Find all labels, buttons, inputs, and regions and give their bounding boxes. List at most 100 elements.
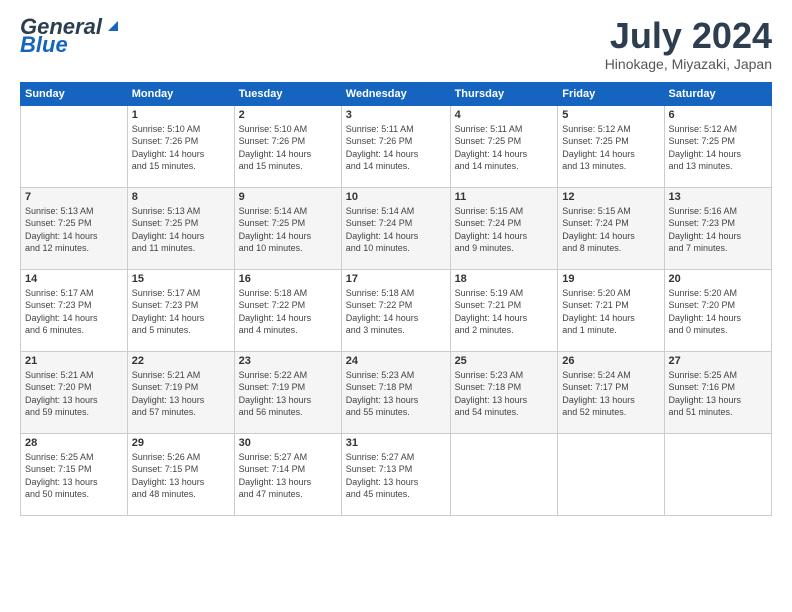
day-info: Sunrise: 5:19 AM Sunset: 7:21 PM Dayligh… (455, 287, 554, 337)
page: General Blue July 2024 Hinokage, Miyazak… (0, 0, 792, 612)
table-row: 23Sunrise: 5:22 AM Sunset: 7:19 PM Dayli… (234, 351, 341, 433)
day-number: 21 (25, 355, 123, 367)
calendar-week-row: 1 Sunrise: 5:10 AM Sunset: 7:26 PM Daylig… (21, 105, 772, 187)
table-row: 26 Sunrise: 5:24 AM Sunset: 7:17 PM Dayli… (558, 351, 664, 433)
day-info: Sunrise: 5:20 AM Sunset: 7:20 PM Dayligh… (669, 287, 767, 337)
table-row: 25 Sunrise: 5:23 AM Sunset: 7:18 PM Dayli… (450, 351, 558, 433)
day-info: Sunrise: 5:14 AM Sunset: 7:25 PM Dayligh… (239, 205, 337, 255)
day-info: Sunrise: 5:23 AM Sunset: 7:18 PM Dayligh… (455, 369, 554, 419)
day-number: 23 (239, 355, 337, 367)
day-number: 20 (669, 273, 767, 285)
logo-arrow-icon (104, 17, 122, 35)
title-area: July 2024 Hinokage, Miyazaki, Japan (605, 16, 772, 72)
day-number: 24 (346, 355, 446, 367)
day-info: Sunrise: 5:16 AM Sunset: 7:23 PM Dayligh… (669, 205, 767, 255)
day-info: Sunrise: 5:11 AM Sunset: 7:25 PM Dayligh… (455, 123, 554, 173)
day-number: 1 (132, 109, 230, 121)
table-row (664, 433, 771, 515)
day-info: Sunrise: 5:11 AM Sunset: 7:26 PM Dayligh… (346, 123, 446, 173)
day-info: Sunrise: 5:13 AM Sunset: 7:25 PM Dayligh… (25, 205, 123, 255)
table-row (21, 105, 128, 187)
location-subtitle: Hinokage, Miyazaki, Japan (605, 56, 772, 72)
day-info: Sunrise: 5:10 AM Sunset: 7:26 PM Dayligh… (132, 123, 230, 173)
table-row: 21Sunrise: 5:21 AM Sunset: 7:20 PM Dayli… (21, 351, 128, 433)
table-row: 8 Sunrise: 5:13 AM Sunset: 7:25 PM Daylig… (127, 187, 234, 269)
logo-blue: Blue (20, 34, 122, 56)
table-row: 11 Sunrise: 5:15 AM Sunset: 7:24 PM Dayli… (450, 187, 558, 269)
day-number: 15 (132, 273, 230, 285)
calendar-week-row: 7 Sunrise: 5:13 AM Sunset: 7:25 PM Daylig… (21, 187, 772, 269)
weekday-header-row: Sunday Monday Tuesday Wednesday Thursday… (21, 82, 772, 105)
day-info: Sunrise: 5:23 AM Sunset: 7:18 PM Dayligh… (346, 369, 446, 419)
day-number: 27 (669, 355, 767, 367)
table-row: 13 Sunrise: 5:16 AM Sunset: 7:23 PM Dayli… (664, 187, 771, 269)
table-row: 30 Sunrise: 5:27 AM Sunset: 7:14 PM Dayli… (234, 433, 341, 515)
table-row: 31 Sunrise: 5:27 AM Sunset: 7:13 PM Dayli… (341, 433, 450, 515)
day-number: 26 (562, 355, 659, 367)
table-row: 9 Sunrise: 5:14 AM Sunset: 7:25 PM Daylig… (234, 187, 341, 269)
day-info: Sunrise: 5:12 AM Sunset: 7:25 PM Dayligh… (669, 123, 767, 173)
calendar-body: 1 Sunrise: 5:10 AM Sunset: 7:26 PM Daylig… (21, 105, 772, 515)
header: General Blue July 2024 Hinokage, Miyazak… (20, 16, 772, 72)
day-number: 30 (239, 437, 337, 449)
calendar-week-row: 14Sunrise: 5:17 AM Sunset: 7:23 PM Dayli… (21, 269, 772, 351)
table-row: 6 Sunrise: 5:12 AM Sunset: 7:25 PM Daylig… (664, 105, 771, 187)
calendar-week-row: 28Sunrise: 5:25 AM Sunset: 7:15 PM Dayli… (21, 433, 772, 515)
table-row: 17 Sunrise: 5:18 AM Sunset: 7:22 PM Dayli… (341, 269, 450, 351)
table-row: 2 Sunrise: 5:10 AM Sunset: 7:26 PM Daylig… (234, 105, 341, 187)
day-info: Sunrise: 5:12 AM Sunset: 7:25 PM Dayligh… (562, 123, 659, 173)
day-number: 4 (455, 109, 554, 121)
day-number: 8 (132, 191, 230, 203)
day-number: 12 (562, 191, 659, 203)
day-number: 19 (562, 273, 659, 285)
day-info: Sunrise: 5:13 AM Sunset: 7:25 PM Dayligh… (132, 205, 230, 255)
day-info: Sunrise: 5:15 AM Sunset: 7:24 PM Dayligh… (562, 205, 659, 255)
table-row: 28Sunrise: 5:25 AM Sunset: 7:15 PM Dayli… (21, 433, 128, 515)
day-number: 17 (346, 273, 446, 285)
table-row: 12 Sunrise: 5:15 AM Sunset: 7:24 PM Dayli… (558, 187, 664, 269)
table-row: 20 Sunrise: 5:20 AM Sunset: 7:20 PM Dayli… (664, 269, 771, 351)
table-row: 19 Sunrise: 5:20 AM Sunset: 7:21 PM Dayli… (558, 269, 664, 351)
table-row: 4 Sunrise: 5:11 AM Sunset: 7:25 PM Daylig… (450, 105, 558, 187)
logo: General Blue (20, 16, 122, 56)
day-info: Sunrise: 5:24 AM Sunset: 7:17 PM Dayligh… (562, 369, 659, 419)
calendar-table: Sunday Monday Tuesday Wednesday Thursday… (20, 82, 772, 516)
day-info: Sunrise: 5:25 AM Sunset: 7:16 PM Dayligh… (669, 369, 767, 419)
table-row: 18Sunrise: 5:19 AM Sunset: 7:21 PM Dayli… (450, 269, 558, 351)
day-info: Sunrise: 5:18 AM Sunset: 7:22 PM Dayligh… (346, 287, 446, 337)
day-number: 6 (669, 109, 767, 121)
day-number: 2 (239, 109, 337, 121)
table-row: 24 Sunrise: 5:23 AM Sunset: 7:18 PM Dayli… (341, 351, 450, 433)
day-number: 16 (239, 273, 337, 285)
header-wednesday: Wednesday (341, 82, 450, 105)
table-row: 3Sunrise: 5:11 AM Sunset: 7:26 PM Daylig… (341, 105, 450, 187)
table-row: 16Sunrise: 5:18 AM Sunset: 7:22 PM Dayli… (234, 269, 341, 351)
day-info: Sunrise: 5:10 AM Sunset: 7:26 PM Dayligh… (239, 123, 337, 173)
day-info: Sunrise: 5:17 AM Sunset: 7:23 PM Dayligh… (25, 287, 123, 337)
table-row (450, 433, 558, 515)
day-info: Sunrise: 5:27 AM Sunset: 7:13 PM Dayligh… (346, 451, 446, 501)
day-number: 28 (25, 437, 123, 449)
day-number: 7 (25, 191, 123, 203)
day-number: 31 (346, 437, 446, 449)
header-tuesday: Tuesday (234, 82, 341, 105)
header-monday: Monday (127, 82, 234, 105)
day-number: 5 (562, 109, 659, 121)
day-number: 11 (455, 191, 554, 203)
table-row: 7 Sunrise: 5:13 AM Sunset: 7:25 PM Daylig… (21, 187, 128, 269)
day-number: 22 (132, 355, 230, 367)
day-number: 13 (669, 191, 767, 203)
day-number: 9 (239, 191, 337, 203)
day-number: 25 (455, 355, 554, 367)
day-info: Sunrise: 5:20 AM Sunset: 7:21 PM Dayligh… (562, 287, 659, 337)
day-info: Sunrise: 5:27 AM Sunset: 7:14 PM Dayligh… (239, 451, 337, 501)
day-info: Sunrise: 5:17 AM Sunset: 7:23 PM Dayligh… (132, 287, 230, 337)
calendar-week-row: 21Sunrise: 5:21 AM Sunset: 7:20 PM Dayli… (21, 351, 772, 433)
table-row: 22 Sunrise: 5:21 AM Sunset: 7:19 PM Dayli… (127, 351, 234, 433)
header-thursday: Thursday (450, 82, 558, 105)
month-title: July 2024 (605, 16, 772, 56)
day-info: Sunrise: 5:21 AM Sunset: 7:19 PM Dayligh… (132, 369, 230, 419)
table-row: 15 Sunrise: 5:17 AM Sunset: 7:23 PM Dayli… (127, 269, 234, 351)
header-sunday: Sunday (21, 82, 128, 105)
day-info: Sunrise: 5:15 AM Sunset: 7:24 PM Dayligh… (455, 205, 554, 255)
